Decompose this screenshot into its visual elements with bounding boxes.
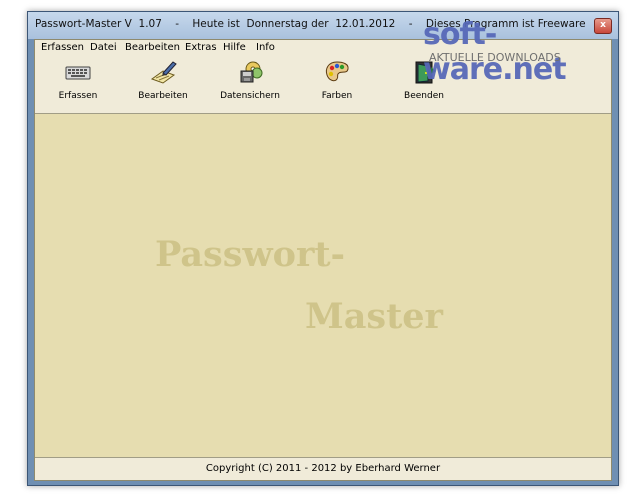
- toolbar-farben-button[interactable]: Farben: [297, 59, 377, 109]
- menu-extras[interactable]: Extras: [185, 42, 217, 53]
- brand-title-line1: Passwort-: [155, 234, 346, 275]
- app-window: Passwort-Master V 1.07 - Heute ist Donne…: [27, 11, 619, 486]
- menu-hilfe[interactable]: Hilfe: [223, 42, 246, 53]
- toolbar-beenden-label: Beenden: [404, 91, 444, 101]
- copyright-text: Copyright (C) 2011 - 2012 by Eberhard We…: [205, 463, 441, 474]
- main-canvas: Passwort- Master: [35, 114, 611, 454]
- menu-bearbeiten[interactable]: Bearbeiten: [125, 42, 180, 53]
- backup-disks-icon: [240, 61, 263, 83]
- menu-info[interactable]: Info: [256, 42, 275, 53]
- menu-datei[interactable]: Datei: [90, 42, 117, 53]
- toolbar-beenden-button[interactable]: Beenden: [384, 59, 464, 109]
- toolbar-bearbeiten-button[interactable]: Bearbeiten: [123, 59, 203, 109]
- palette-icon: [325, 61, 349, 82]
- edit-document-icon: [150, 61, 177, 84]
- title-bar[interactable]: Passwort-Master V 1.07 - Heute ist Donne…: [28, 12, 618, 39]
- close-button[interactable]: x: [594, 18, 612, 34]
- window-title: Passwort-Master V 1.07 - Heute ist Donne…: [35, 18, 586, 30]
- menu-bar: Erfassen Datei Bearbeiten Extras Hilfe I…: [35, 40, 611, 56]
- toolbar: Erfassen Bearbeiten Datensichern Farben …: [35, 56, 611, 114]
- exit-door-icon: [415, 61, 436, 84]
- toolbar-erfassen-label: Erfassen: [58, 91, 98, 101]
- keyboard-icon: [65, 66, 91, 80]
- toolbar-farben-label: Farben: [321, 91, 353, 101]
- menu-erfassen[interactable]: Erfassen: [41, 42, 84, 53]
- toolbar-bearbeiten-label: Bearbeiten: [138, 91, 188, 101]
- toolbar-erfassen-button[interactable]: Erfassen: [38, 59, 118, 109]
- toolbar-datensichern-label: Datensichern: [220, 91, 280, 101]
- toolbar-datensichern-button[interactable]: Datensichern: [210, 59, 290, 109]
- status-bar: Copyright (C) 2011 - 2012 by Eberhard We…: [35, 457, 611, 480]
- client-area: Erfassen Datei Bearbeiten Extras Hilfe I…: [34, 39, 612, 481]
- brand-title-line2: Master: [305, 296, 444, 337]
